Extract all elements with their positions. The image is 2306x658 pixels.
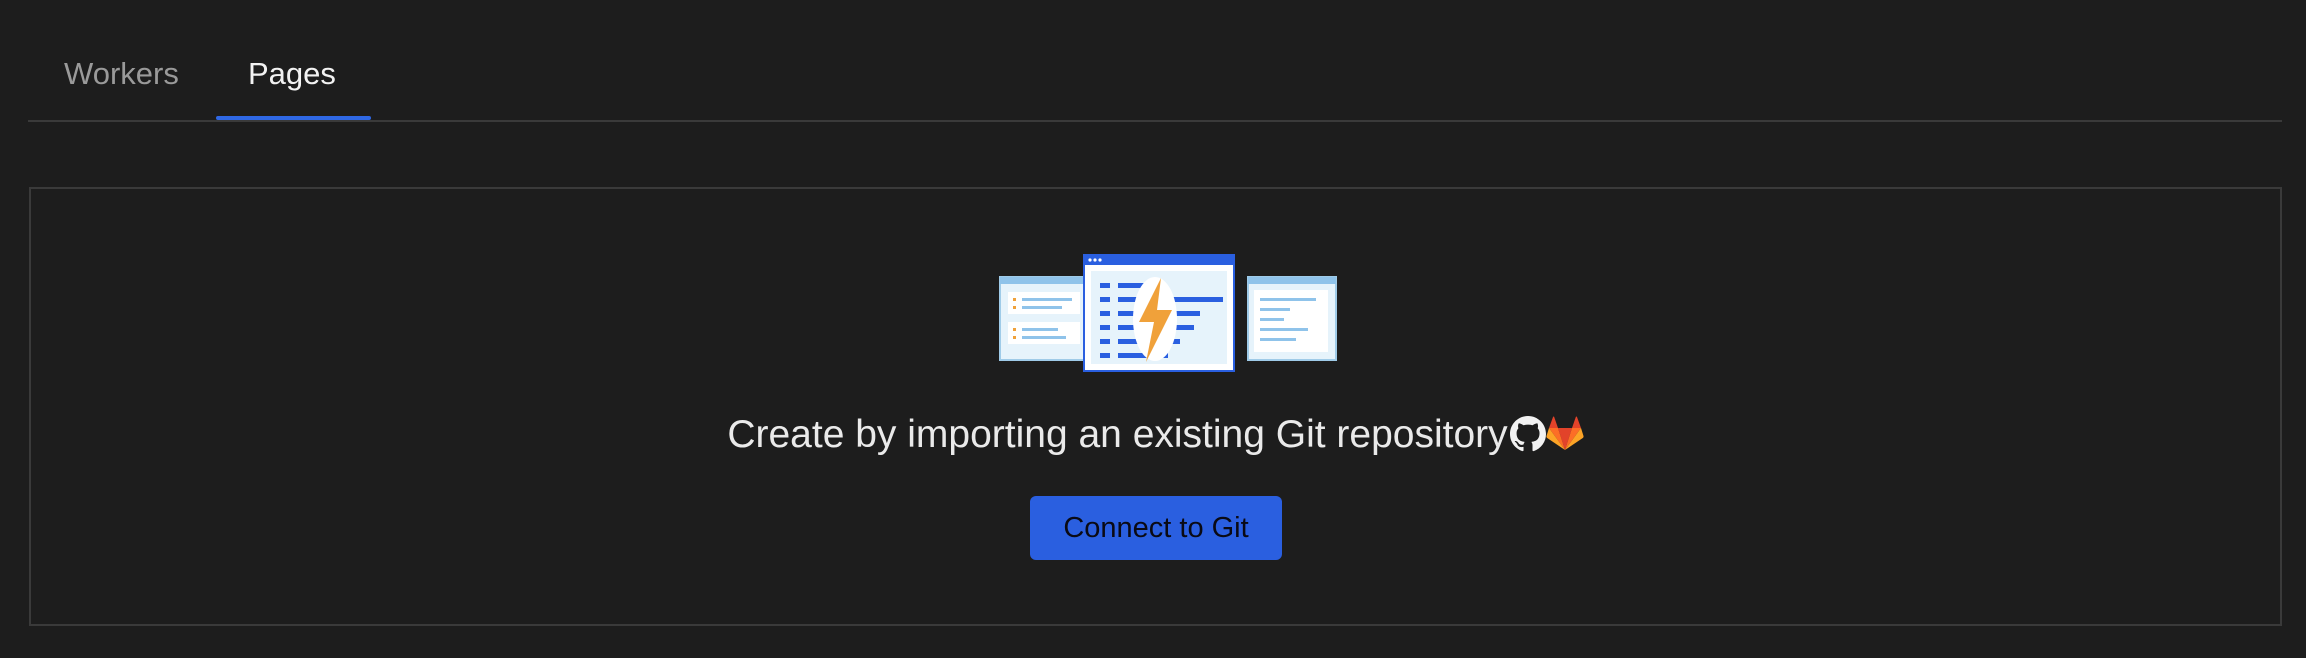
empty-state-heading: Create by importing an existing Git repo… xyxy=(31,411,2280,461)
git-provider-icons xyxy=(1509,409,1584,457)
tab-bar: Workers Pages xyxy=(28,0,2282,122)
pages-illustration xyxy=(999,254,1337,372)
tab-workers[interactable]: Workers xyxy=(64,54,179,94)
empty-state-heading-text: Create by importing an existing Git repo… xyxy=(727,413,1508,456)
right-window-graphic xyxy=(1247,276,1337,361)
center-window-graphic xyxy=(1083,254,1235,372)
tab-pages[interactable]: Pages xyxy=(248,54,336,94)
active-tab-indicator xyxy=(216,116,371,120)
github-icon xyxy=(1509,416,1546,452)
left-window-graphic xyxy=(999,276,1089,361)
empty-state-card: Create by importing an existing Git repo… xyxy=(29,187,2282,626)
gitlab-icon xyxy=(1546,416,1584,451)
pages-panel: Workers Pages Create by importing an exi… xyxy=(0,0,2306,658)
connect-to-git-button[interactable]: Connect to Git xyxy=(1030,496,1282,560)
